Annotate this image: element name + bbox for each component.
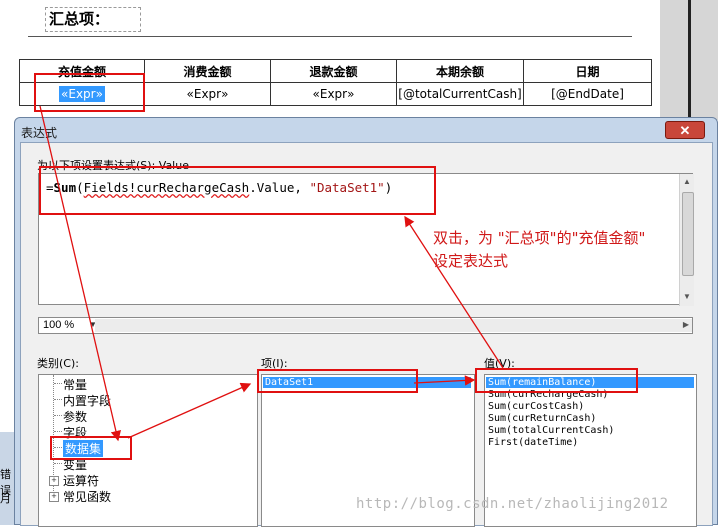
value-item[interactable]: Sum(totalCurrentCash) [488,425,614,436]
annotation-line: 双击，为 "汇总项"的"充值金额" [433,229,646,247]
dialog-title: 表达式 [21,126,58,140]
tree-connector [54,415,62,416]
category-item-common-functions[interactable]: 常见函数 [63,488,111,505]
category-item-builtin-fields[interactable]: 内置字段 [63,392,111,409]
close-button[interactable]: ✕ [665,121,705,139]
background-text: 月 [0,493,11,505]
value-item[interactable]: Sum(curCostCash) [488,401,584,412]
annotation-note: 双击，为 "汇总项"的"充值金额" 设定表达式 [433,227,703,273]
designer-edge [688,0,691,120]
category-item-operators[interactable]: 运算符 [63,472,99,489]
highlight-box-summary-cell [34,73,145,112]
header-cell-balance[interactable]: 本期余额 [396,59,524,83]
header-cell-refund[interactable]: 退款金额 [270,59,397,83]
tree-connector [54,383,62,384]
highlight-box-value [475,368,638,393]
highlight-box-category [50,436,132,460]
scroll-right-icon[interactable]: ▶ [683,320,689,329]
zoom-bar: 100 % ▼ ▶ [38,317,693,334]
summary-cell-date[interactable]: [@EndDate] [523,82,652,106]
summary-cell-balance[interactable]: [@totalCurrentCash] [396,82,524,106]
scroll-up-icon[interactable]: ▲ [683,177,691,186]
header-cell-cost[interactable]: 消费金额 [144,59,271,83]
category-item-constant[interactable]: 常量 [63,376,87,393]
value-item[interactable]: First(dateTime) [488,437,578,448]
zoom-select[interactable]: 100 % [43,319,74,331]
summary-cell-refund[interactable]: «Expr» [270,82,397,106]
highlight-box-item [257,369,418,393]
header-cell-date[interactable]: 日期 [523,59,652,83]
scroll-down-icon[interactable]: ▼ [683,292,691,301]
horizontal-scrollbar[interactable]: ▶ [95,319,692,332]
annotation-line: 设定表达式 [433,252,509,270]
report-divider [28,36,632,37]
highlight-box-expression [39,166,436,215]
expand-icon[interactable]: + [49,492,59,502]
tree-connector [54,463,62,464]
close-icon: ✕ [679,123,691,138]
value-item[interactable]: Sum(curReturnCash) [488,413,596,424]
summary-title[interactable]: 汇总项： [45,7,141,32]
category-item-parameters[interactable]: 参数 [63,408,87,425]
tree-connector [54,399,62,400]
category-label: 类别(C): [37,357,79,370]
tree-connector [54,431,62,432]
summary-cell-cost[interactable]: «Expr» [144,82,271,106]
watermark: http://blog.csdn.net/zhaolijing2012 [356,496,669,512]
expand-icon[interactable]: + [49,476,59,486]
